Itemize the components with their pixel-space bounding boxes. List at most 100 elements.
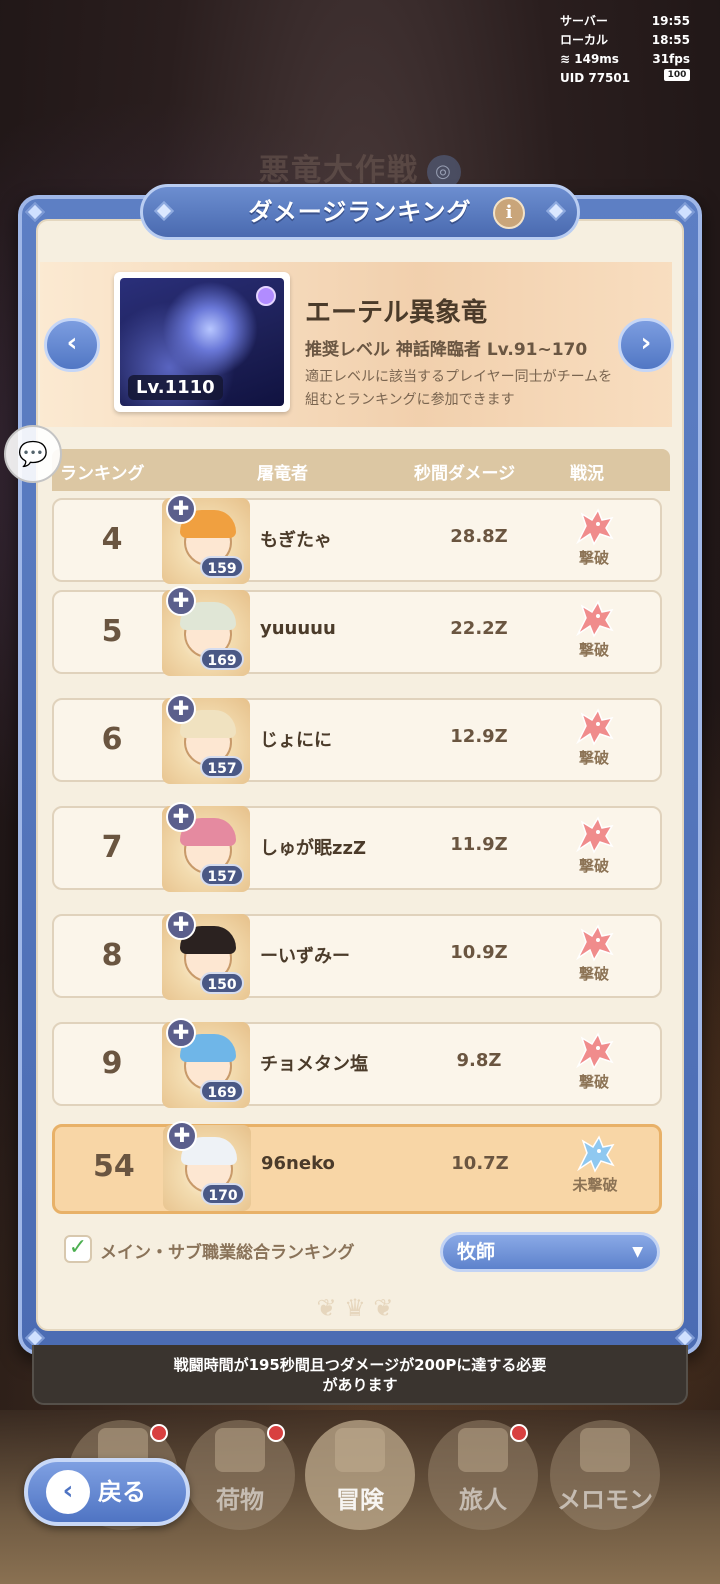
my-ranking-row[interactable]: 54 ✚ 170 96neko 10.7Z 未撃破	[52, 1121, 662, 1214]
recommended-level: 推奨レベル 神話降臨者 Lv.91~170	[305, 340, 588, 360]
ranking-row[interactable]: 7 ✚ 157 しゅが眠zzZ 11.9Z 撃破	[52, 802, 662, 892]
player-level: 169	[200, 648, 244, 670]
local-time: 18:55	[651, 33, 690, 47]
battle-status: 撃破	[554, 1028, 634, 1104]
local-label: ローカル	[560, 33, 609, 47]
nav-adventure[interactable]: 冒険	[305, 1420, 415, 1530]
damage-per-second: 28.8Z	[450, 526, 508, 547]
class-cross-icon: ✚	[166, 494, 196, 524]
dragon-status-icon	[576, 600, 614, 638]
battle-status-label: 撃破	[578, 641, 609, 659]
ping-value: 149ms	[574, 52, 619, 66]
footer-ornament: ❦ ♛ ❦	[316, 1294, 394, 1322]
player-avatar[interactable]: ✚ 169	[162, 586, 250, 676]
notification-dot	[510, 1424, 528, 1442]
player-avatar[interactable]: ✚ 157	[162, 802, 250, 892]
boss-portrait: Lv.1110	[114, 272, 290, 412]
battery-icon: 100	[664, 69, 690, 81]
class-cross-icon: ✚	[166, 694, 196, 724]
rank-number: 7	[101, 830, 123, 865]
dragon-status-icon	[576, 1032, 614, 1070]
nav-traveler[interactable]: 旅人	[428, 1420, 538, 1530]
chat-bubble-icon: 💬	[18, 440, 48, 468]
rank-number: 9	[101, 1046, 123, 1081]
player-name: しゅが眠zzZ	[260, 838, 367, 859]
nav-inventory[interactable]: 荷物	[185, 1420, 295, 1530]
rank-number: 54	[93, 1149, 135, 1184]
battle-status-label: 撃破	[578, 749, 609, 767]
header-dps: 秒間ダメージ	[414, 464, 516, 484]
prev-boss-button[interactable]: ‹	[44, 318, 100, 372]
rank-number: 4	[101, 522, 123, 557]
panel-title-banner: ダメージランキング i	[140, 184, 580, 240]
back-button[interactable]: ‹ 戻る	[24, 1458, 190, 1526]
player-level: 157	[200, 864, 244, 886]
nav-traveler-label: 旅人	[459, 1486, 507, 1514]
header-slayer: 屠竜者	[257, 464, 308, 484]
chevron-down-icon: ▼	[632, 1244, 643, 1260]
boss-dragon-image: Lv.1110	[120, 278, 284, 406]
dragon-status-icon	[576, 816, 614, 854]
element-orb-icon	[256, 286, 276, 306]
class-cross-icon: ✚	[166, 586, 196, 616]
ranking-row[interactable]: 8 ✚ 150 ーいずみー 10.9Z 撃破	[52, 910, 662, 1000]
corner-ornament	[25, 202, 45, 222]
next-boss-button[interactable]: ›	[618, 318, 674, 372]
damage-per-second: 22.2Z	[450, 618, 508, 639]
ranking-row[interactable]: 6 ✚ 157 じょにに 12.9Z 撃破	[52, 694, 662, 784]
chat-button[interactable]: 💬	[4, 425, 62, 483]
info-icon[interactable]: i	[493, 197, 525, 229]
player-avatar[interactable]: ✚ 169	[162, 1018, 250, 1108]
notification-dot	[150, 1424, 168, 1442]
rank-number: 5	[101, 614, 123, 649]
ranking-table-header: ランキング 屠竜者 秒間ダメージ 戦況	[52, 449, 670, 491]
boss-level-tag: Lv.1110	[128, 375, 223, 400]
player-avatar[interactable]: ✚ 150	[162, 910, 250, 1000]
damage-per-second: 11.9Z	[450, 834, 508, 855]
battle-status-label: 撃破	[578, 857, 609, 875]
player-avatar[interactable]: ✚ 170	[163, 1121, 251, 1211]
requirement-text: 戦闘時間が195秒間且つダメージが200Pに達する必要があります	[173, 1356, 547, 1394]
battle-status-label: 撃破	[578, 965, 609, 983]
player-name: ーいずみー	[260, 946, 350, 967]
player-level: 159	[200, 556, 244, 578]
player-avatar[interactable]: ✚ 157	[162, 694, 250, 784]
class-select-value: 牧師	[457, 1241, 496, 1263]
server-label: サーバー	[560, 14, 608, 28]
damage-per-second: 10.9Z	[450, 942, 508, 963]
boss-name: エーテル異象竜	[305, 298, 488, 328]
combined-ranking-label: メイン・サブ職業総合ランキング	[100, 1243, 355, 1263]
battle-status-label: 未撃破	[572, 1176, 618, 1194]
event-title: 悪竜大作戦 ◎	[0, 145, 720, 189]
player-level: 157	[200, 756, 244, 778]
player-name: もぎたゃ	[260, 530, 332, 551]
event-title-text: 悪竜大作戦	[259, 153, 419, 188]
class-cross-icon: ✚	[166, 1018, 196, 1048]
ranking-row[interactable]: 4 ✚ 159 もぎたゃ 28.8Z 撃破	[52, 494, 662, 584]
player-name: じょにに	[260, 730, 332, 751]
player-name: 96neko	[261, 1153, 335, 1174]
battle-status: 未撃破	[555, 1131, 635, 1207]
chevron-right-icon: ›	[640, 328, 652, 358]
player-name: yuuuuu	[260, 618, 336, 639]
class-cross-icon: ✚	[167, 1121, 197, 1151]
server-time: 19:55	[651, 14, 690, 28]
nav-meromon[interactable]: メロモン	[550, 1420, 660, 1530]
damage-per-second: 10.7Z	[451, 1153, 509, 1174]
player-avatar[interactable]: ✚ 159	[162, 494, 250, 584]
back-label: 戻る	[98, 1478, 146, 1506]
ranking-row[interactable]: 5 ✚ 169 yuuuuu 22.2Z 撃破	[52, 586, 662, 676]
player-level: 169	[200, 1080, 244, 1102]
requirement-notice: 戦闘時間が195秒間且つダメージが200Pに達する必要があります	[32, 1345, 688, 1405]
chest-icon	[215, 1428, 265, 1472]
nav-adventure-label: 冒険	[336, 1486, 384, 1514]
wifi-icon: ≋	[560, 52, 571, 66]
combined-ranking-checkbox[interactable]: ✓	[64, 1235, 92, 1263]
damage-per-second: 12.9Z	[450, 726, 508, 747]
class-select-dropdown[interactable]: 牧師 ▼	[440, 1232, 660, 1272]
class-cross-icon: ✚	[166, 910, 196, 940]
dragon-status-icon	[576, 708, 614, 746]
ranking-row[interactable]: 9 ✚ 169 チョメタン塩 9.8Z 撃破	[52, 1018, 662, 1108]
fps-value: 31fps	[652, 52, 690, 66]
nav-inventory-label: 荷物	[216, 1486, 264, 1514]
